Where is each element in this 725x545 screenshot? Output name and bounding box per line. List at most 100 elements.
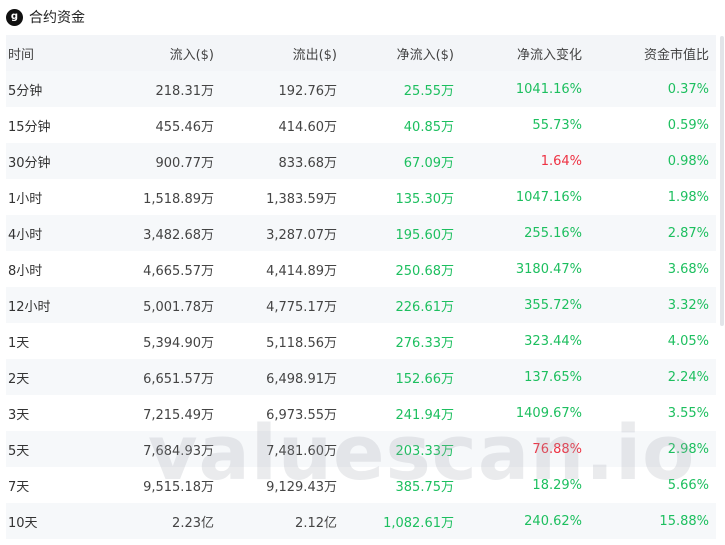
outflow-cell: 414.60万 — [278, 119, 338, 135]
inflow-cell: 5,001.78万 — [143, 299, 214, 315]
net-inflow-cell: 241.94万 — [395, 407, 455, 423]
table-row[interactable]: 1天 5,394.90万 5,118.56万 276.33万 323.44% 4.05% — [6, 323, 716, 359]
table-row[interactable]: 10天 2.23亿 2.12亿 1,082.61万 240.62% 15.88% — [6, 503, 716, 539]
inflow-cell: 5,394.90万 — [143, 335, 214, 351]
ratio-cell: 4.05% — [667, 333, 709, 349]
time-cell: 1小时 — [8, 191, 43, 207]
ratio-cell: 3.68% — [667, 261, 709, 277]
time-cell: 7天 — [8, 479, 30, 495]
outflow-cell: 1,383.59万 — [266, 191, 337, 207]
outflow-cell: 7,481.60万 — [266, 443, 337, 459]
net-inflow-cell: 385.75万 — [395, 479, 455, 495]
ratio-cell: 3.32% — [667, 297, 709, 313]
ratio-cell: 2.98% — [667, 441, 709, 457]
table-header-row: 时间 流入($) 流出($) 净流入($) 净流入变化 资金市值比 — [6, 35, 716, 71]
ratio-cell: 2.87% — [667, 225, 709, 241]
net-inflow-cell: 226.61万 — [395, 299, 455, 315]
net-change-cell: 137.65% — [524, 369, 582, 385]
net-inflow-cell: 152.66万 — [395, 371, 455, 387]
time-cell: 5天 — [8, 443, 30, 459]
table-row[interactable]: 8小时 4,665.57万 4,414.89万 250.68万 3180.47% 3.68… — [6, 251, 716, 287]
column-header-net-inflow[interactable]: 净流入($) — [337, 44, 454, 63]
time-cell: 10天 — [8, 515, 38, 531]
net-change-cell: 1.64% — [540, 153, 582, 169]
net-change-cell: 3180.47% — [515, 261, 582, 277]
net-inflow-cell: 203.33万 — [395, 443, 455, 459]
inflow-cell: 6,651.57万 — [143, 371, 214, 387]
net-change-cell: 1409.67% — [515, 405, 582, 421]
table-row[interactable]: 30分钟 900.77万 833.68万 67.09万 1.64% 0.98% — [6, 143, 716, 179]
ratio-cell: 5.66% — [667, 477, 709, 493]
table-row[interactable]: 15分钟 455.46万 414.60万 40.85万 55.73% 0.59% — [6, 107, 716, 143]
inflow-cell: 7,684.93万 — [143, 443, 214, 459]
outflow-cell: 6,498.91万 — [266, 371, 337, 387]
time-cell: 15分钟 — [8, 119, 51, 135]
vertical-scrollbar[interactable] — [720, 36, 724, 326]
inflow-cell: 9,515.18万 — [143, 479, 214, 495]
ratio-cell: 0.59% — [667, 117, 709, 133]
net-inflow-cell: 67.09万 — [403, 155, 454, 171]
table-row[interactable]: 5分钟 218.31万 192.76万 25.55万 1041.16% 0.37% — [6, 71, 716, 107]
column-header-inflow[interactable]: 流入($) — [102, 44, 214, 63]
inflow-cell: 218.31万 — [155, 83, 215, 99]
net-inflow-cell: 40.85万 — [403, 119, 454, 135]
net-change-cell: 18.29% — [532, 477, 582, 493]
column-header-net-change[interactable]: 净流入变化 — [454, 44, 582, 63]
net-inflow-cell: 1,082.61万 — [383, 515, 454, 531]
outflow-cell: 6,973.55万 — [266, 407, 337, 423]
table-row[interactable]: 2天 6,651.57万 6,498.91万 152.66万 137.65% 2.24% — [6, 359, 716, 395]
time-cell: 1天 — [8, 335, 30, 351]
time-cell: 30分钟 — [8, 155, 51, 171]
contract-logo-icon: g — [6, 8, 23, 26]
ratio-cell: 0.37% — [667, 81, 709, 97]
net-change-cell: 323.44% — [524, 333, 582, 349]
time-cell: 4小时 — [8, 227, 43, 243]
table-row[interactable]: 7天 9,515.18万 9,129.43万 385.75万 18.29% 5.66% — [6, 467, 716, 503]
section-title: 合约资金 — [29, 10, 85, 26]
table-row[interactable]: 4小时 3,482.68万 3,287.07万 195.60万 255.16% 2.87% — [6, 215, 716, 251]
time-cell: 8小时 — [8, 263, 43, 279]
column-header-outflow[interactable]: 流出($) — [214, 44, 337, 63]
table-row[interactable]: 12小时 5,001.78万 4,775.17万 226.61万 355.72% 3.32… — [6, 287, 716, 323]
time-cell: 12小时 — [8, 299, 51, 315]
inflow-cell: 1,518.89万 — [143, 191, 214, 207]
net-inflow-cell: 195.60万 — [395, 227, 455, 243]
ratio-cell: 3.55% — [667, 405, 709, 421]
inflow-cell: 3,482.68万 — [143, 227, 214, 243]
table-row[interactable]: 1小时 1,518.89万 1,383.59万 135.30万 1047.16% 1.98… — [6, 179, 716, 215]
net-change-cell: 1047.16% — [515, 189, 582, 205]
net-change-cell: 1041.16% — [515, 81, 582, 97]
net-change-cell: 355.72% — [524, 297, 582, 313]
outflow-cell: 4,414.89万 — [266, 263, 337, 279]
ratio-cell: 2.24% — [667, 369, 709, 385]
outflow-cell: 4,775.17万 — [266, 299, 337, 315]
net-change-cell: 55.73% — [532, 117, 582, 133]
ratio-cell: 0.98% — [667, 153, 709, 169]
net-change-cell: 255.16% — [524, 225, 582, 241]
inflow-cell: 4,665.57万 — [143, 263, 214, 279]
column-header-time[interactable]: 时间 — [6, 44, 102, 63]
ratio-cell: 15.88% — [659, 513, 709, 529]
outflow-cell: 833.68万 — [278, 155, 338, 171]
column-header-ratio[interactable]: 资金市值比 — [582, 44, 711, 63]
net-inflow-cell: 276.33万 — [395, 335, 455, 351]
inflow-cell: 2.23亿 — [172, 515, 214, 531]
ratio-cell: 1.98% — [667, 189, 709, 205]
net-inflow-cell: 250.68万 — [395, 263, 455, 279]
inflow-cell: 7,215.49万 — [143, 407, 214, 423]
time-cell: 3天 — [8, 407, 30, 423]
net-inflow-cell: 25.55万 — [403, 83, 454, 99]
net-inflow-cell: 135.30万 — [395, 191, 455, 207]
net-change-cell: 240.62% — [524, 513, 582, 529]
time-cell: 2天 — [8, 371, 30, 387]
outflow-cell: 3,287.07万 — [266, 227, 337, 243]
outflow-cell: 192.76万 — [278, 83, 338, 99]
outflow-cell: 9,129.43万 — [266, 479, 337, 495]
net-change-cell: 76.88% — [532, 441, 582, 457]
section-header: g 合约资金 — [6, 6, 85, 28]
table-body: 5分钟 218.31万 192.76万 25.55万 1041.16% 0.37% 15分钟… — [6, 71, 716, 539]
table-row[interactable]: 5天 7,684.93万 7,481.60万 203.33万 76.88% 2.98% — [6, 431, 716, 467]
outflow-cell: 2.12亿 — [295, 515, 337, 531]
table-row[interactable]: 3天 7,215.49万 6,973.55万 241.94万 1409.67% 3.55% — [6, 395, 716, 431]
outflow-cell: 5,118.56万 — [266, 335, 337, 351]
